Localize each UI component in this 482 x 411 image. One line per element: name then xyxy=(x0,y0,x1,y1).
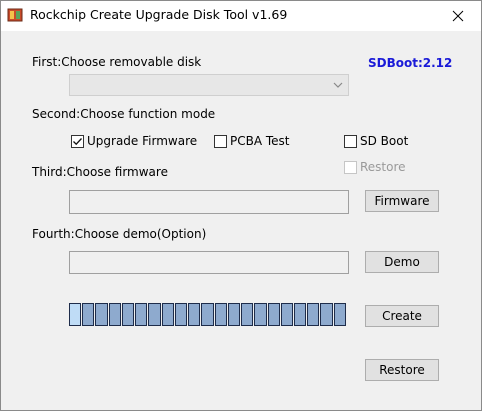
step2-label: Second:Choose function mode xyxy=(32,107,216,121)
create-button[interactable]: Create xyxy=(365,305,439,327)
checkmark-icon xyxy=(73,138,82,146)
progress-segment xyxy=(148,303,161,326)
restore-button[interactable]: Restore xyxy=(365,359,439,381)
title-bar[interactable]: Rockchip Create Upgrade Disk Tool v1.69 xyxy=(1,1,481,31)
upgrade-firmware-label: Upgrade Firmware xyxy=(87,134,198,148)
progress-segment xyxy=(135,303,148,326)
progress-segment xyxy=(254,303,267,326)
firmware-path-field[interactable] xyxy=(69,190,349,214)
app-window: Rockchip Create Upgrade Disk Tool v1.69 … xyxy=(0,0,482,411)
progress-segment xyxy=(333,303,346,326)
demo-button[interactable]: Demo xyxy=(365,251,439,273)
pcba-test-label: PCBA Test xyxy=(230,134,290,148)
demo-path-field[interactable] xyxy=(69,251,349,274)
client-area: First:Choose removable disk SDBoot:2.12 … xyxy=(1,31,481,410)
progress-segment xyxy=(69,303,82,326)
restore-checkbox xyxy=(344,161,357,174)
progress-segment xyxy=(241,303,254,326)
progress-segment xyxy=(201,303,214,326)
upgrade-firmware-checkbox[interactable] xyxy=(71,135,84,148)
progress-bar xyxy=(69,303,347,326)
progress-segment xyxy=(267,303,280,326)
progress-segment xyxy=(188,303,201,326)
rockchip-app-icon xyxy=(7,7,23,23)
progress-segment xyxy=(121,303,135,326)
progress-segment xyxy=(95,303,108,326)
restore-checkbox-label: Restore xyxy=(360,160,406,174)
firmware-button[interactable]: Firmware xyxy=(365,190,439,212)
progress-segment xyxy=(227,303,241,326)
progress-segment xyxy=(293,303,307,326)
close-icon xyxy=(452,10,464,22)
pcba-test-checkbox[interactable] xyxy=(214,135,227,148)
progress-segment xyxy=(174,303,188,326)
chevron-down-icon xyxy=(331,76,345,94)
window-title: Rockchip Create Upgrade Disk Tool v1.69 xyxy=(30,7,288,22)
step3-label: Third:Choose firmware xyxy=(32,165,168,179)
progress-segment xyxy=(320,303,333,326)
progress-segment xyxy=(108,303,121,326)
sd-boot-checkbox[interactable] xyxy=(344,135,357,148)
disk-select[interactable] xyxy=(69,74,349,96)
progress-segment xyxy=(82,303,95,326)
progress-segment xyxy=(280,303,293,326)
close-button[interactable] xyxy=(435,1,481,31)
sdboot-version: SDBoot:2.12 xyxy=(368,56,453,70)
progress-segment xyxy=(214,303,227,326)
progress-segment xyxy=(161,303,174,326)
step4-label: Fourth:Choose demo(Option) xyxy=(32,227,207,241)
sd-boot-label: SD Boot xyxy=(360,134,409,148)
step1-label: First:Choose removable disk xyxy=(32,55,202,69)
progress-segment xyxy=(307,303,320,326)
